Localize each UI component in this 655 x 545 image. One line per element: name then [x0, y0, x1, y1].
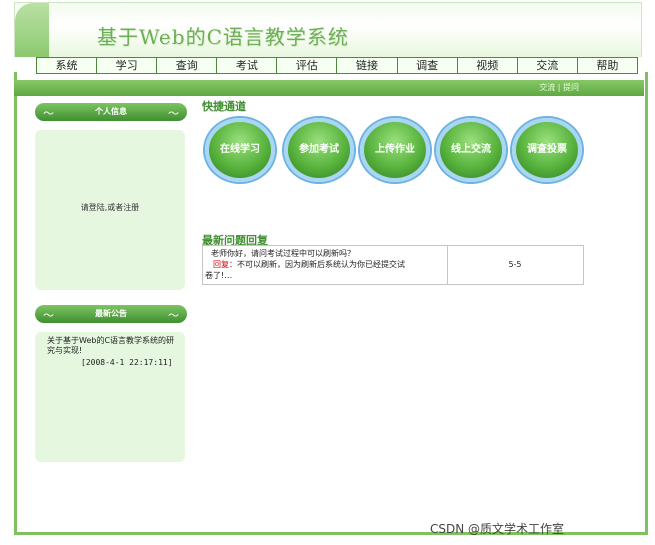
reply-line: 回复：不可以刷新，因为刷新后系统认为你已经提交试: [213, 259, 443, 270]
upload-homework-label: 上传作业: [375, 144, 415, 155]
nav-item-exam[interactable]: 考试: [217, 58, 278, 73]
personal-info-heading: 个人信息: [95, 107, 127, 116]
take-exam-label: 参加考试: [299, 144, 339, 155]
notice-box: 关于基于Web的C语言教学系统的研究与实现! [2008-4-1 22:17:1…: [35, 332, 185, 462]
wave-left-icon: 〜: [43, 107, 54, 120]
reply-continuation: 卷了!…: [205, 271, 233, 280]
wave-right-icon: 〜: [168, 107, 179, 120]
nav-item-study[interactable]: 学习: [97, 58, 158, 73]
nav-item-query[interactable]: 查询: [157, 58, 218, 73]
nav-item-system[interactable]: 系统: [37, 58, 98, 73]
notice-heading: 最新公告: [95, 309, 127, 318]
site-title: 基于Web的C语言教学系统: [97, 25, 349, 49]
personal-info-header: 〜 个人信息 〜: [35, 103, 187, 121]
nav-item-help[interactable]: 帮助: [578, 58, 637, 73]
watermark: CSDN @质文学术工作室: [430, 522, 565, 536]
reply-label: 回复：: [213, 260, 237, 269]
nav-item-survey[interactable]: 调查: [398, 58, 458, 73]
online-study-label: 在线学习: [220, 144, 260, 155]
personal-info-box: 请登陆,或者注册: [35, 130, 185, 290]
page: 基于Web的C语言教学系统 系统 学习 查询 考试 评估 链接 调查 视频 交流…: [0, 0, 655, 545]
take-exam-button[interactable]: 参加考试: [284, 118, 354, 182]
question-text[interactable]: 老师你好，请问考试过程中可以刷新吗？: [211, 248, 355, 259]
nav-item-links[interactable]: 链接: [337, 58, 398, 73]
header-banner: 基于Web的C语言教学系统: [14, 2, 642, 57]
notice-date: [2008-4-1 22:17:11]: [81, 358, 173, 367]
login-prompt[interactable]: 请登陆,或者注册: [35, 202, 185, 213]
online-exchange-button[interactable]: 线上交流: [436, 118, 506, 182]
notice-text[interactable]: 关于基于Web的C语言教学系统的研究与实现!: [47, 336, 177, 356]
upload-homework-button[interactable]: 上传作业: [360, 118, 430, 182]
table-row[interactable]: 老师你好，请问考试过程中可以刷新吗？ 回复：不可以刷新，因为刷新后系统认为你已经…: [203, 246, 448, 284]
nav-item-video[interactable]: 视频: [458, 58, 518, 73]
notice-header: 〜 最新公告 〜: [35, 305, 187, 323]
survey-vote-label: 调查投票: [527, 144, 567, 155]
nav-item-exchange[interactable]: 交流: [518, 58, 578, 73]
wave-right-icon: 〜: [168, 309, 179, 322]
online-exchange-label: 线上交流: [451, 144, 491, 155]
latest-replies-table: 老师你好，请问考试过程中可以刷新吗？ 回复：不可以刷新，因为刷新后系统认为你已经…: [202, 245, 584, 285]
reply-count: 5-5: [508, 260, 522, 269]
online-study-button[interactable]: 在线学习: [205, 118, 275, 182]
wave-left-icon: 〜: [43, 309, 54, 322]
topbar-links[interactable]: 交流 | 提问: [539, 82, 579, 93]
survey-vote-button[interactable]: 调查投票: [512, 118, 582, 182]
nav-item-evaluate[interactable]: 评估: [277, 58, 338, 73]
quick-channel-title: 快捷通道: [202, 100, 246, 113]
reply-text: 不可以刷新，因为刷新后系统认为你已经提交试: [237, 260, 405, 269]
